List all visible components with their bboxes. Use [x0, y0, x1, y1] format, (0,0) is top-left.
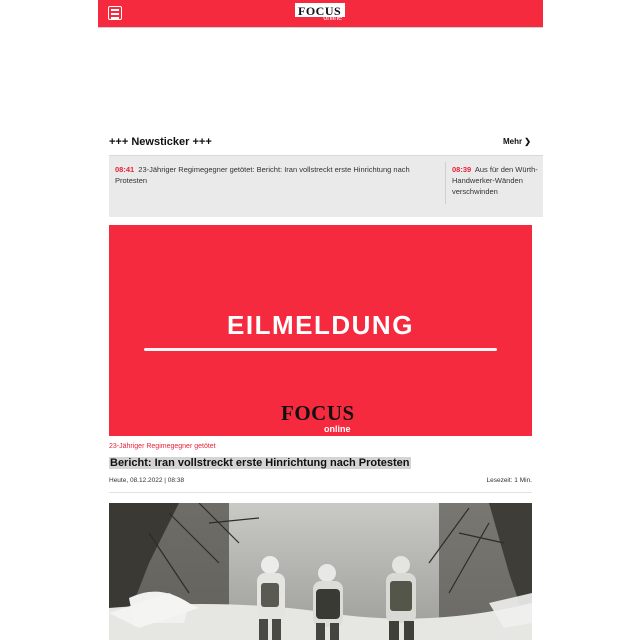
- logo-sub: online: [323, 15, 342, 22]
- hamburger-menu-icon[interactable]: [108, 6, 122, 20]
- newsticker-header: +++ Newsticker +++ Mehr ❯: [109, 136, 531, 150]
- article-divider: [109, 492, 532, 493]
- newsticker-item[interactable]: 08:41 23-Jähriger Regimegegner getötet: …: [115, 164, 433, 186]
- newsticker-more-link[interactable]: Mehr ❯: [503, 137, 531, 146]
- banner-divider: [144, 348, 497, 351]
- newsticker-text: 23-Jähriger Regimegegner getötet: Berich…: [115, 165, 410, 185]
- banner-focus-logo: FOCUS online: [281, 401, 361, 434]
- photo-illustration: [109, 503, 532, 640]
- newsticker-time: 08:39: [452, 165, 472, 174]
- newsticker-divider: [445, 162, 446, 204]
- newsticker-time: 08:41: [115, 165, 135, 174]
- article-date: Heute, 08.12.2022 | 08:38: [109, 477, 185, 484]
- article-kicker[interactable]: 23-Jähriger Regimegegner getötet: [109, 443, 216, 450]
- newsticker-carousel[interactable]: 08:41 23-Jähriger Regimegegner getötet: …: [109, 155, 543, 217]
- breaking-news-banner[interactable]: EILMELDUNG FOCUS online: [109, 225, 532, 436]
- article-headline[interactable]: Bericht: Iran vollstreckt erste Hinricht…: [109, 457, 411, 469]
- article-read-time: Lesezeit: 1 Min.: [486, 477, 532, 484]
- banner-title: EILMELDUNG: [227, 310, 414, 340]
- focus-online-logo[interactable]: FOCUS online: [295, 3, 345, 24]
- banner-logo-sub: online: [324, 424, 351, 434]
- site-header: FOCUS online: [98, 0, 543, 28]
- banner-logo-word: FOCUS: [281, 401, 355, 425]
- page: FOCUS online +++ Newsticker +++ Mehr ❯ 0…: [98, 0, 543, 640]
- newsticker-title: +++ Newsticker +++: [109, 136, 212, 148]
- article-photo-soldiers-snow[interactable]: [109, 503, 532, 640]
- newsticker-item[interactable]: 08:39 Aus für den Würth-Handwerker-Wände…: [452, 164, 543, 197]
